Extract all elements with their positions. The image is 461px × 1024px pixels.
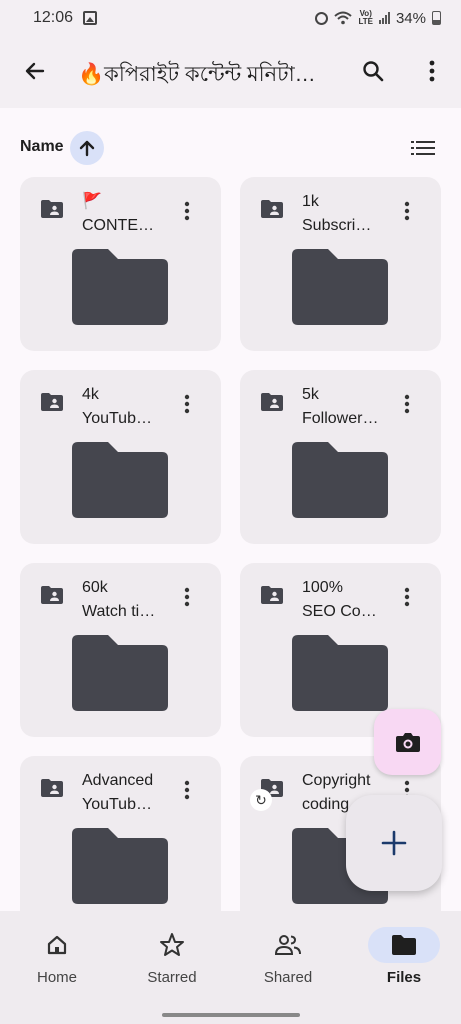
folder-name: 4k YouTub… [82,383,182,431]
wifi-icon [334,11,353,25]
more-vert-icon [184,201,190,221]
more-vert-icon [404,587,410,607]
more-vert-icon [404,201,410,221]
sort-label[interactable]: Name [20,138,64,156]
sort-direction-button[interactable] [70,131,104,165]
nav-label-files: Files [386,969,422,986]
folder-thumbnail-icon [72,635,168,711]
folder-card[interactable]: 1k Subscri… [240,177,441,351]
signal-icon [378,12,390,24]
active-indicator [368,927,440,963]
folder-card[interactable]: Advanced YouTub… [20,756,221,911]
folder-name-line1: 4k [82,386,99,403]
folder-name-line2: SEO Co… [302,603,377,620]
nav-label-home: Home [36,969,77,986]
search-button[interactable] [352,50,394,92]
folder-card[interactable]: 5k Follower… [240,370,441,544]
folder-icon [392,935,416,955]
folder-name-line2: YouTub… [82,796,152,813]
folder-thumbnail-icon [292,249,388,325]
folder-name: 5k Follower… [302,383,402,431]
folder-more-button[interactable] [175,585,199,609]
home-icon [47,935,67,955]
shared-folder-icon [261,200,283,218]
nav-item-shared[interactable]: Shared [233,927,343,1007]
folder-name-line2: Follower… [302,410,379,427]
shared-folder-icon [41,586,63,604]
back-button[interactable] [14,50,56,92]
arrow-back-icon [25,62,45,80]
shared-folder-icon [261,586,283,604]
folder-more-button[interactable] [395,392,419,416]
folder-thumbnail-icon [72,442,168,518]
more-vert-icon [184,780,190,800]
folder-name-line1: 1k [302,193,319,210]
folder-card[interactable]: 60k Watch ti… [20,563,221,737]
arrow-up-icon [79,140,95,157]
top-app-bar: 🔥কপিরাইট কন্টেন্ট মনিটা… [0,36,461,108]
folder-name: 🚩 CONTE… [82,190,182,238]
more-vert-icon [184,587,190,607]
folder-thumbnail-icon [292,442,388,518]
nav-item-home[interactable]: Home [2,927,112,1007]
folder-name-line2: YouTub… [82,410,152,427]
camera-icon [395,733,420,752]
folder-name-line1: 60k [82,579,108,596]
shared-icon [274,935,301,955]
more-vert-icon [429,60,435,82]
folder-more-button[interactable] [175,199,199,223]
folder-name-line2: Watch ti… [82,603,156,620]
folder-name: 60k Watch ti… [82,576,182,624]
star-icon [160,933,184,956]
status-bar: 12:06 Vo) LTE 34% [0,0,461,36]
shared-folder-icon [41,779,63,797]
folder-name-line1: 100% [302,579,343,596]
sync-icon: ↻ [250,789,272,811]
shared-folder-icon [41,200,63,218]
nav-label-shared: Shared [263,969,313,986]
shared-folder-icon [261,393,283,411]
folder-name-line2: Subscri… [302,217,372,234]
scan-camera-button[interactable] [374,709,441,775]
more-options-button[interactable] [412,50,452,92]
folder-more-button[interactable] [175,392,199,416]
folder-more-button[interactable] [395,199,419,223]
nav-item-files[interactable]: Files [349,927,459,1007]
plus-icon [381,830,407,856]
folder-name: Advanced YouTub… [82,769,182,817]
folder-name-line1: 🚩 [82,193,102,210]
more-vert-icon [404,394,410,414]
folder-thumbnail-icon [72,249,168,325]
gesture-handle [162,1013,300,1017]
folder-more-button[interactable] [395,585,419,609]
page-title: 🔥কপিরাইট কন্টেন্ট মনিটা… [78,63,316,86]
nav-label-starred: Starred [147,969,197,986]
battery-icon [432,11,441,25]
list-view-button[interactable] [405,131,441,165]
battery-percent: 34% [395,9,426,27]
folder-name-line1: Advanced [82,772,154,789]
folder-name: 100% SEO Co… [302,576,402,624]
bottom-navigation: Home Starred Shared Files [0,911,461,1024]
search-icon [363,61,384,82]
image-notification-icon [83,11,98,25]
folder-name-line2: CONTE… [82,217,154,234]
folder-thumbnail-icon [292,635,388,711]
new-button[interactable] [346,795,442,891]
shared-folder-icon [41,393,63,411]
status-time: 12:06 [33,9,74,26]
folder-card[interactable]: 🚩 CONTE… [20,177,221,351]
folder-thumbnail-icon [72,828,168,904]
nav-item-starred[interactable]: Starred [117,927,227,1007]
folder-card[interactable]: 4k YouTub… [20,370,221,544]
alarm-icon [315,11,329,25]
folder-name: 1k Subscri… [302,190,402,238]
folder-more-button[interactable] [175,778,199,802]
volte-icon: Vo) LTE [358,9,373,26]
list-view-icon [411,141,435,155]
more-vert-icon [184,394,190,414]
folder-name-line1: 5k [302,386,319,403]
